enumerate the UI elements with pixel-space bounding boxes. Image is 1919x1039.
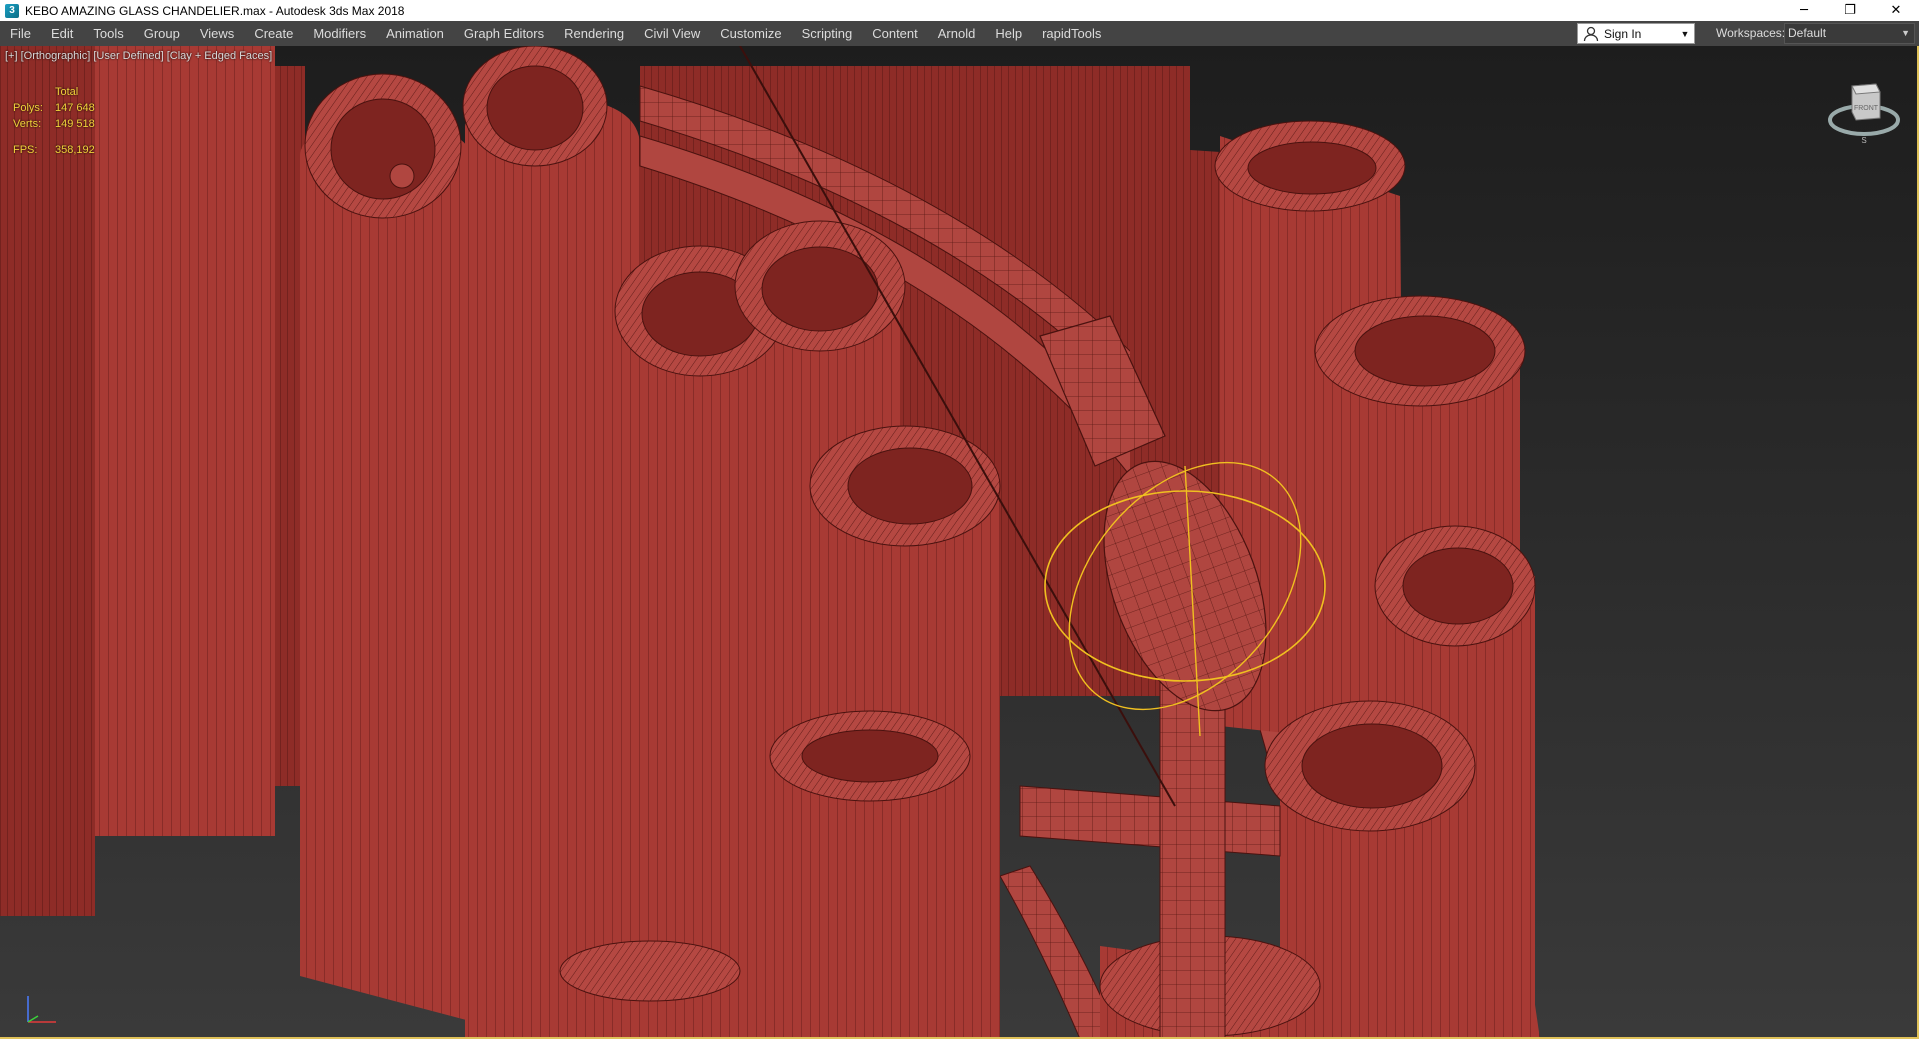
sign-in-button[interactable]: Sign In ▼	[1577, 23, 1695, 44]
connector-knob[interactable]	[389, 163, 415, 189]
3ds-max-app-icon[interactable]: 3	[5, 3, 19, 18]
menu-graph-editors[interactable]: Graph Editors	[454, 21, 554, 46]
chevron-down-icon: ▼	[1901, 28, 1910, 38]
tube-rim-7[interactable]	[559, 940, 741, 1002]
menu-views[interactable]: Views	[190, 21, 244, 46]
verts-label: Verts:	[13, 118, 42, 130]
chandelier-scene[interactable]	[0, 46, 1919, 1039]
viewcube-south-label: S	[1861, 136, 1866, 145]
glass-tube-back-2[interactable]	[95, 46, 275, 836]
tube-opening-2	[486, 65, 584, 151]
window-controls: ─ ❐ ✕	[1781, 0, 1919, 21]
menu-help[interactable]: Help	[985, 21, 1032, 46]
viewport-label[interactable]: [+] [Orthographic] [User Defined] [Clay …	[5, 50, 272, 62]
menu-create[interactable]: Create	[244, 21, 303, 46]
workspaces-value: Default	[1788, 26, 1827, 40]
window-title: KEBO AMAZING GLASS CHANDELIER.max - Auto…	[25, 3, 405, 18]
fps-value: 358,192	[55, 144, 95, 156]
user-icon	[1583, 26, 1599, 41]
glass-tube-back-1[interactable]	[0, 46, 95, 916]
menu-tools[interactable]: Tools	[83, 21, 133, 46]
viewcube-face-label: FRONT	[1854, 105, 1879, 112]
viewcube-top-face[interactable]	[1851, 83, 1881, 95]
fps-label: FPS:	[13, 144, 38, 156]
tube-opening-1	[330, 98, 436, 200]
stats-header: Total	[55, 86, 79, 98]
polys-value: 147 648	[55, 102, 95, 114]
menu-group[interactable]: Group	[134, 21, 190, 46]
menu-arnold[interactable]: Arnold	[928, 21, 986, 46]
verts-value: 149 518	[55, 118, 95, 130]
menu-modifiers[interactable]: Modifiers	[303, 21, 376, 46]
sign-in-label: Sign In	[1604, 26, 1642, 41]
perspective-viewport[interactable]: [+] [Orthographic] [User Defined] [Clay …	[0, 46, 1919, 1039]
cross-beam[interactable]	[1019, 785, 1281, 857]
chevron-down-icon[interactable]: ▼	[1676, 29, 1694, 39]
menu-animation[interactable]: Animation	[376, 21, 454, 46]
glass-tube-front-2[interactable]	[465, 96, 640, 1039]
tube-opening-9	[1354, 315, 1496, 387]
title-bar: 3 KEBO AMAZING GLASS CHANDELIER.max - Au…	[0, 0, 1919, 21]
menu-edit[interactable]: Edit	[41, 21, 83, 46]
close-button[interactable]: ✕	[1873, 0, 1919, 21]
viewcube[interactable]: FRONT S	[1824, 70, 1904, 150]
tube-opening-5	[847, 447, 973, 525]
glass-tube-front-1[interactable]	[300, 126, 470, 1021]
menu-civil-view[interactable]: Civil View	[634, 21, 710, 46]
menu-rendering[interactable]: Rendering	[554, 21, 634, 46]
polys-label: Polys:	[13, 102, 43, 114]
menu-rapidtools[interactable]: rapidTools	[1032, 21, 1111, 46]
tube-opening-6	[801, 729, 939, 783]
menu-content[interactable]: Content	[862, 21, 928, 46]
workspaces-dropdown[interactable]: Default ▼	[1784, 23, 1915, 44]
menu-customize[interactable]: Customize	[710, 21, 791, 46]
workspaces-label: Workspaces:	[1716, 26, 1786, 40]
y-axis-icon	[27, 1015, 39, 1023]
tube-opening-4	[761, 246, 879, 332]
tube-opening-8	[1247, 141, 1377, 195]
menu-file[interactable]: File	[0, 21, 41, 46]
menu-scripting[interactable]: Scripting	[792, 21, 863, 46]
minimize-button[interactable]: ─	[1781, 0, 1827, 21]
restore-button[interactable]: ❐	[1827, 0, 1873, 21]
viewport-statistics: Total Polys: 147 648 Verts: 149 518 FPS: 35…	[13, 84, 95, 158]
tube-opening-10	[1402, 547, 1514, 625]
axis-tripod	[27, 996, 56, 1023]
tube-opening-11	[1301, 723, 1443, 809]
